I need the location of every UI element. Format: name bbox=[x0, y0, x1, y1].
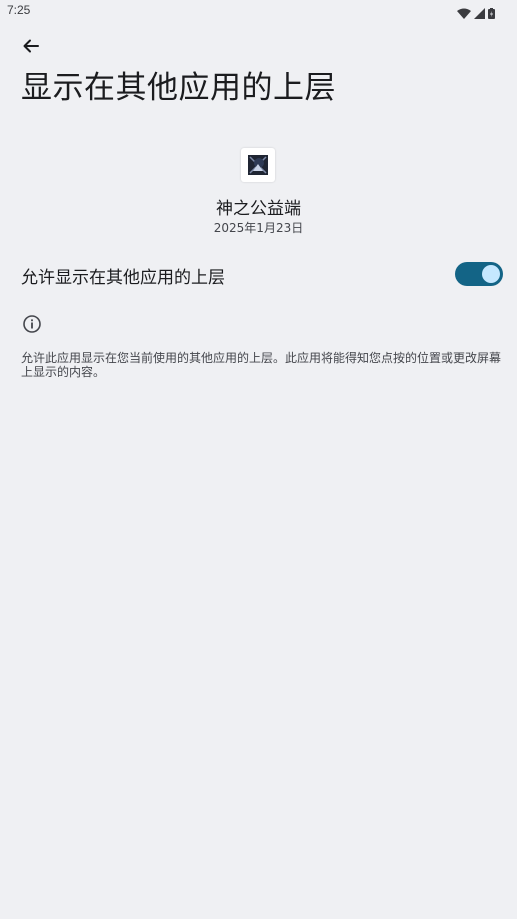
app-date: 2025年1月23日 bbox=[213, 221, 304, 235]
app-logo-icon bbox=[241, 148, 275, 182]
back-button[interactable] bbox=[16, 34, 46, 62]
battery-icon bbox=[488, 4, 495, 23]
page-title: 显示在其他应用的上层 bbox=[21, 70, 336, 106]
status-time: 7:25 bbox=[7, 3, 31, 17]
permission-toggle-row[interactable]: 允许显示在其他应用的上层 bbox=[0, 250, 517, 298]
permission-toggle-label: 允许显示在其他应用的上层 bbox=[21, 268, 225, 288]
permission-description: 允许此应用显示在您当前使用的其他应用的上层。此应用将能得知您点按的位置或更改屏幕… bbox=[21, 351, 502, 379]
switch-thumb bbox=[482, 265, 500, 283]
status-bar: 7:25 bbox=[0, 0, 517, 22]
wifi-icon bbox=[457, 4, 471, 23]
signal-icon bbox=[474, 4, 485, 23]
permission-switch[interactable] bbox=[455, 262, 503, 286]
status-icons bbox=[457, 4, 495, 23]
info-icon bbox=[22, 314, 42, 334]
app-name: 神之公益端 bbox=[216, 199, 301, 219]
arrow-back-icon bbox=[22, 37, 40, 59]
